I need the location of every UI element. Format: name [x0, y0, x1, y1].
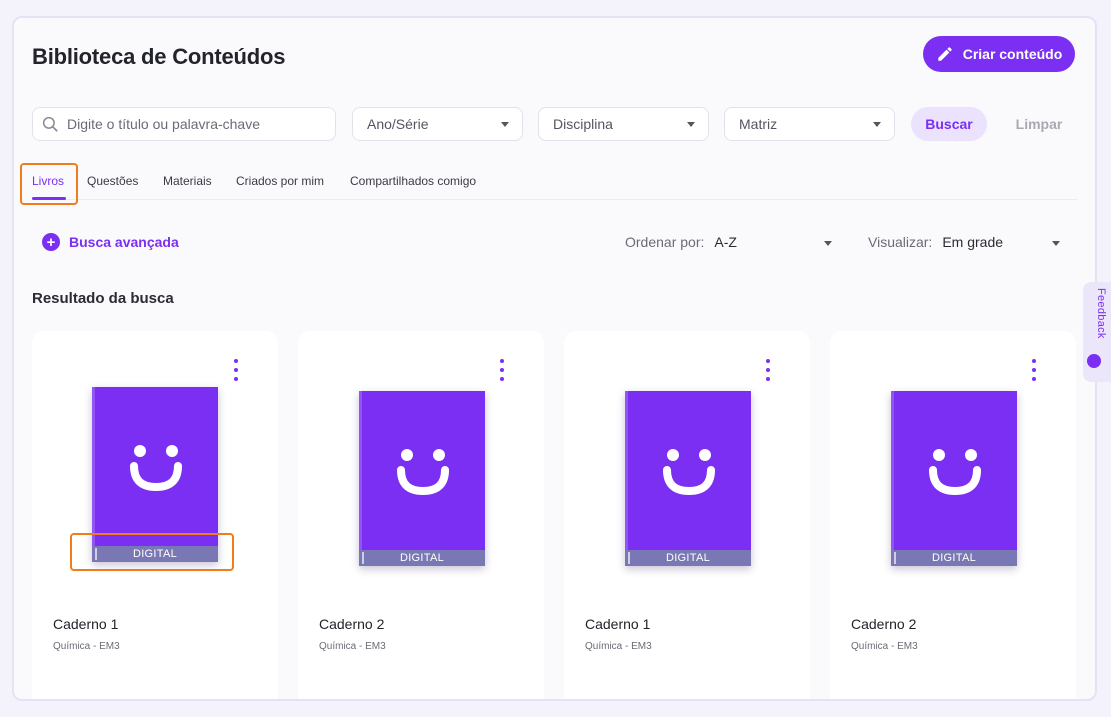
matriz-value: Matriz	[739, 116, 778, 132]
disciplina-value: Disciplina	[553, 116, 613, 132]
ano-serie-select[interactable]: Ano/Série	[352, 107, 523, 141]
matriz-select[interactable]: Matriz	[724, 107, 895, 141]
book-spine	[359, 391, 362, 566]
book-cover[interactable]: DIGITAL	[891, 391, 1017, 566]
library-panel: Biblioteca de Conteúdos Criar conteúdo A…	[12, 16, 1097, 701]
card-title: Caderno 2	[851, 616, 917, 632]
feedback-icon	[1087, 354, 1101, 368]
search-box[interactable]	[32, 107, 336, 141]
card-subtitle: Química - EM3	[851, 641, 918, 652]
chevron-down-icon	[873, 121, 881, 127]
book-card[interactable]: DIGITAL Caderno 2 Química - EM3	[830, 331, 1076, 699]
card-title: Caderno 2	[319, 616, 385, 632]
chevron-down-icon	[824, 241, 832, 246]
digital-badge: DIGITAL	[359, 550, 485, 566]
sort-control[interactable]: Ordenar por: A-Z	[625, 234, 832, 250]
card-title: Caderno 1	[53, 616, 119, 632]
book-card[interactable]: DIGITAL Caderno 2 Química - EM3	[298, 331, 544, 699]
book-spine	[625, 391, 628, 566]
content-tabs: Livros Questões Materiais Criados por mi…	[32, 168, 1077, 200]
ano-serie-value: Ano/Série	[367, 116, 429, 132]
search-input[interactable]	[67, 116, 317, 132]
card-subtitle: Química - EM3	[585, 641, 652, 652]
digital-badge: DIGITAL	[625, 550, 751, 566]
search-icon	[42, 116, 58, 132]
card-subtitle: Química - EM3	[53, 641, 120, 652]
smile-logo-icon	[663, 449, 715, 496]
tab-compartilhados-comigo[interactable]: Compartilhados comigo	[350, 174, 476, 188]
book-card[interactable]: DIGITAL Caderno 1 Química - EM3	[32, 331, 278, 699]
tab-materiais[interactable]: Materiais	[163, 174, 212, 188]
smile-logo-icon	[130, 445, 182, 492]
chevron-down-icon	[687, 121, 695, 127]
more-options-icon[interactable]	[232, 359, 240, 381]
advanced-search-label: Busca avançada	[69, 234, 179, 250]
book-cover[interactable]: DIGITAL	[625, 391, 751, 566]
book-spine	[891, 391, 894, 566]
card-title: Caderno 1	[585, 616, 651, 632]
page-title: Biblioteca de Conteúdos	[32, 44, 286, 69]
more-options-icon[interactable]	[764, 359, 772, 381]
tab-criados-por-mim[interactable]: Criados por mim	[236, 174, 324, 188]
chevron-down-icon	[1052, 241, 1060, 246]
sort-value[interactable]: A-Z	[714, 234, 737, 250]
digital-badge: DIGITAL	[891, 550, 1017, 566]
search-button[interactable]: Buscar	[911, 107, 987, 141]
chevron-down-icon	[501, 121, 509, 127]
book-cover[interactable]: DIGITAL	[359, 391, 485, 566]
sort-label: Ordenar por:	[625, 234, 705, 250]
card-subtitle: Química - EM3	[319, 641, 386, 652]
more-options-icon[interactable]	[1030, 359, 1038, 381]
view-control[interactable]: Visualizar: Em grade	[868, 234, 1060, 250]
view-label: Visualizar:	[868, 234, 933, 250]
create-content-label: Criar conteúdo	[962, 46, 1063, 62]
more-options-icon[interactable]	[498, 359, 506, 381]
feedback-label: Feedback	[1095, 288, 1107, 339]
results-title: Resultado da busca	[32, 290, 174, 307]
view-value[interactable]: Em grade	[942, 234, 1003, 250]
smile-logo-icon	[929, 449, 981, 496]
feedback-tab[interactable]: Feedback	[1083, 282, 1111, 382]
tab-highlight-outline	[20, 163, 78, 205]
smile-logo-icon	[397, 449, 449, 496]
book-card[interactable]: DIGITAL Caderno 1 Química - EM3	[564, 331, 810, 699]
plus-circle-icon: +	[42, 233, 60, 251]
pencil-icon	[937, 47, 952, 61]
create-content-button[interactable]: Criar conteúdo	[923, 36, 1075, 72]
disciplina-select[interactable]: Disciplina	[538, 107, 709, 141]
advanced-search-button[interactable]: + Busca avançada	[42, 233, 179, 251]
clear-button[interactable]: Limpar	[1004, 107, 1074, 141]
badge-highlight-outline	[70, 533, 234, 571]
tab-questoes[interactable]: Questões	[87, 174, 138, 188]
